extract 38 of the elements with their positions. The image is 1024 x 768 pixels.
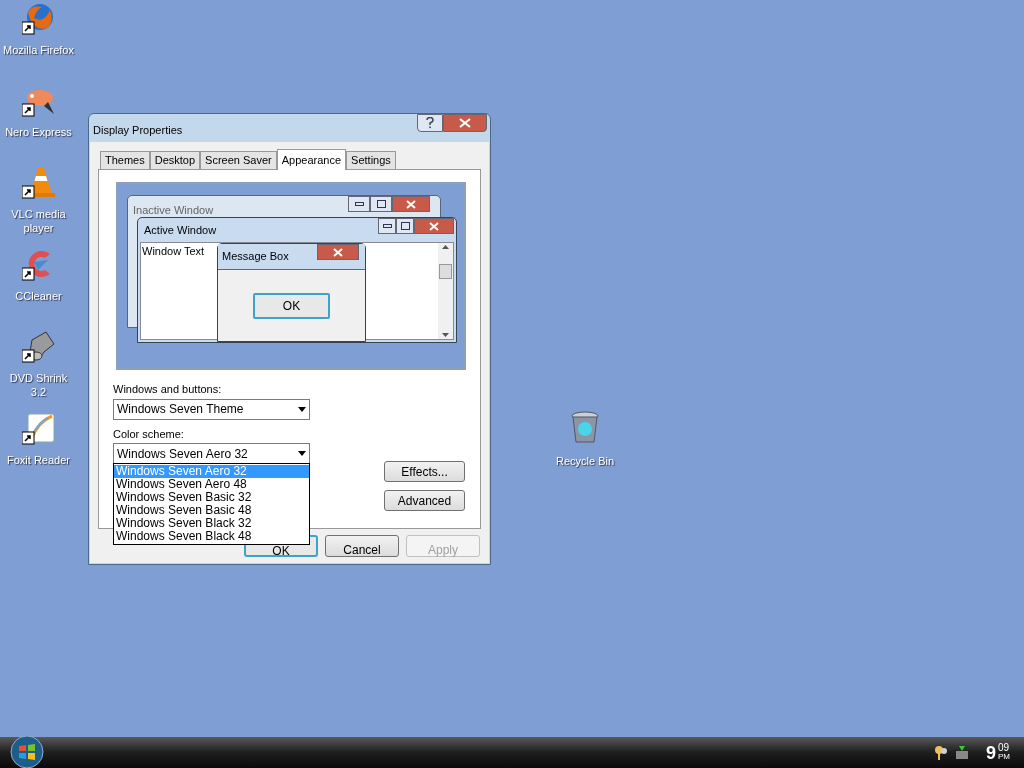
tab[interactable]: Appearance bbox=[276, 149, 347, 170]
dropdown[interactable]: Windows Seven Aero 32 bbox=[113, 443, 310, 464]
start-orb-icon[interactable] bbox=[10, 734, 44, 768]
dropdown-option[interactable]: Windows Seven Aero 48 bbox=[114, 478, 309, 491]
network-icon[interactable] bbox=[954, 744, 970, 761]
window-title: Active Window bbox=[144, 222, 217, 238]
maximize-icon bbox=[396, 218, 414, 234]
minimize-icon bbox=[378, 218, 396, 234]
trash-can-icon[interactable] bbox=[570, 411, 600, 444]
tab[interactable]: Settings bbox=[346, 151, 396, 169]
field-label: Color scheme: bbox=[113, 426, 185, 442]
close-icon bbox=[414, 218, 454, 234]
caret-icon bbox=[298, 451, 306, 456]
close-icon[interactable] bbox=[443, 114, 487, 132]
window-title: Display Properties bbox=[93, 122, 183, 138]
scroll-down-icon[interactable] bbox=[442, 333, 449, 337]
dialog-button[interactable]: Cancel bbox=[325, 535, 399, 557]
traffic-cone-icon[interactable] bbox=[21, 166, 56, 199]
scroll-up-icon[interactable] bbox=[442, 245, 449, 249]
tab[interactable]: Themes bbox=[100, 151, 150, 169]
window-text: Window Text bbox=[141, 244, 205, 259]
document-swoosh-icon[interactable] bbox=[21, 412, 56, 445]
field-label: Windows and buttons: bbox=[113, 382, 223, 397]
scroll-thumb[interactable] bbox=[439, 263, 452, 279]
close-icon bbox=[392, 196, 430, 212]
window-title: Inactive Window bbox=[133, 203, 214, 218]
dropdown-option[interactable]: Windows Seven Black 32 bbox=[114, 517, 309, 530]
ok-button[interactable]: OK bbox=[253, 292, 330, 319]
side-button[interactable]: Effects... bbox=[384, 461, 465, 482]
dropdown-option[interactable]: Windows Seven Basic 48 bbox=[114, 504, 309, 517]
tab[interactable]: Screen Saver bbox=[200, 151, 277, 169]
dropdown[interactable]: Windows Seven Theme bbox=[113, 398, 310, 420]
tab[interactable]: Desktop bbox=[149, 151, 201, 169]
help-icon[interactable] bbox=[417, 114, 443, 132]
caret-icon bbox=[298, 406, 306, 412]
dropdown-option[interactable]: Windows Seven Basic 32 bbox=[114, 491, 309, 504]
window-title: Message Box bbox=[222, 249, 289, 265]
side-button[interactable]: Advanced bbox=[384, 490, 465, 511]
